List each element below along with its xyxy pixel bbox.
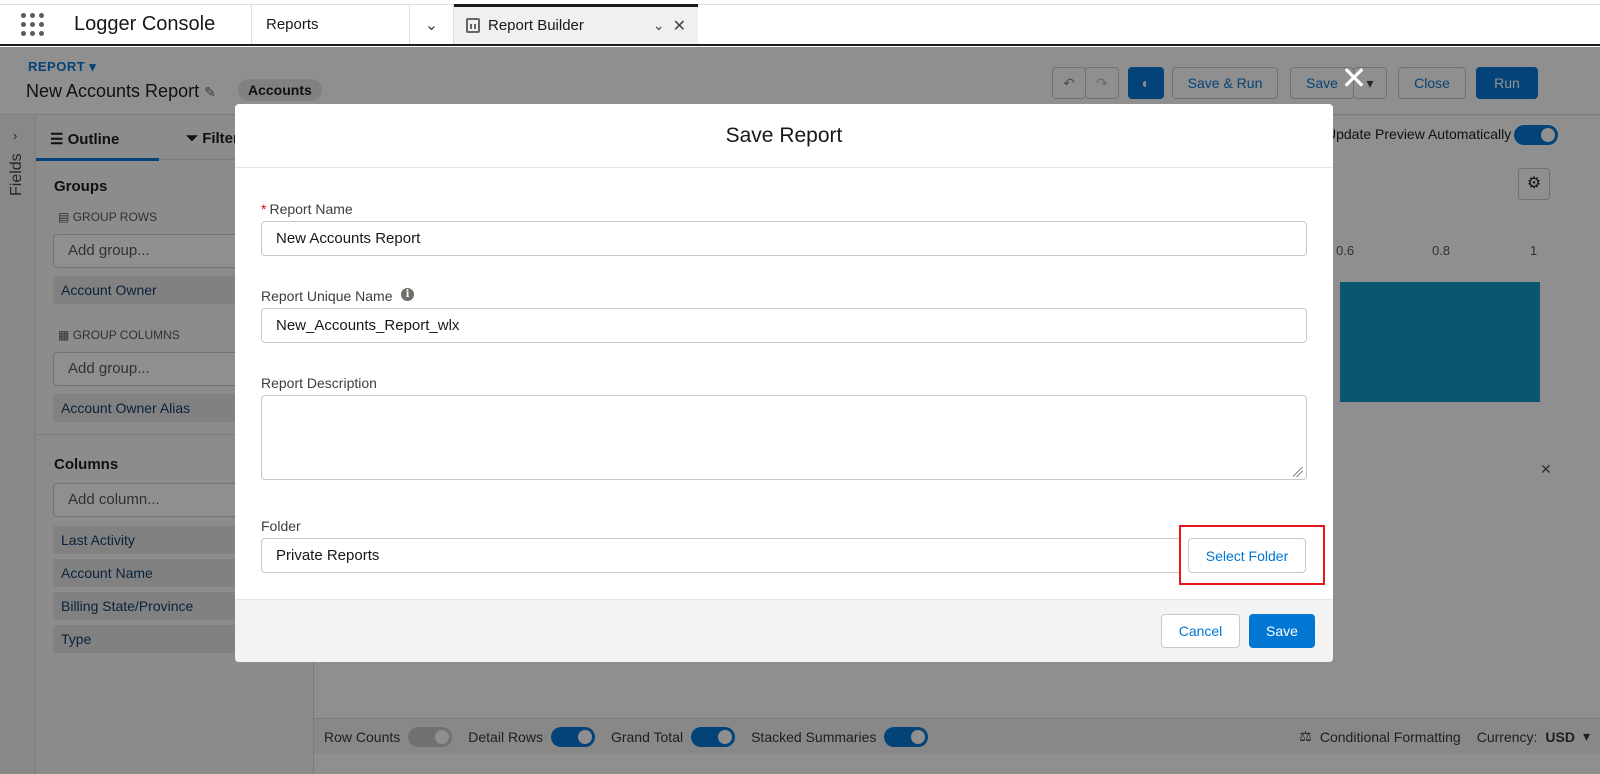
report-name-input[interactable] xyxy=(261,221,1307,256)
report-unique-name-input[interactable] xyxy=(261,308,1307,343)
resize-handle-icon[interactable] xyxy=(1293,467,1303,477)
info-icon[interactable]: i xyxy=(401,288,414,301)
required-indicator: * xyxy=(261,201,267,217)
cancel-button[interactable]: Cancel xyxy=(1161,614,1240,648)
report-unique-name-label: Report Unique Name xyxy=(261,288,393,304)
nav-menu-chevron-down-icon[interactable]: ⌄ xyxy=(410,5,454,44)
app-name: Logger Console xyxy=(64,5,252,44)
top-navigation-bar: Logger Console Reports ⌄ Report Builder … xyxy=(0,4,1600,46)
tab-label: Report Builder xyxy=(488,17,584,34)
app-launcher-icon[interactable] xyxy=(0,5,64,44)
tab-close-icon[interactable]: ✕ xyxy=(673,16,686,36)
report-description-label: Report Description xyxy=(261,375,377,391)
modal-footer: Cancel Save xyxy=(235,599,1333,662)
save-report-modal: Save Report *Report Name Report Unique N… xyxy=(235,104,1333,662)
highlight-box xyxy=(1179,525,1325,585)
save-button[interactable]: Save xyxy=(1249,614,1315,648)
modal-close-icon[interactable]: ✕ xyxy=(1340,62,1368,94)
report-icon xyxy=(466,18,480,33)
report-description-textarea[interactable] xyxy=(261,395,1307,480)
folder-label: Folder xyxy=(261,518,301,534)
folder-field: Private Reports xyxy=(261,538,1181,573)
nav-item-reports[interactable]: Reports xyxy=(252,5,410,44)
tab-report-builder[interactable]: Report Builder ⌄ ✕ xyxy=(454,4,698,44)
modal-title: Save Report xyxy=(235,104,1333,168)
tab-chevron-down-icon[interactable]: ⌄ xyxy=(653,17,665,34)
report-name-label: * Report Name xyxy=(261,201,353,217)
